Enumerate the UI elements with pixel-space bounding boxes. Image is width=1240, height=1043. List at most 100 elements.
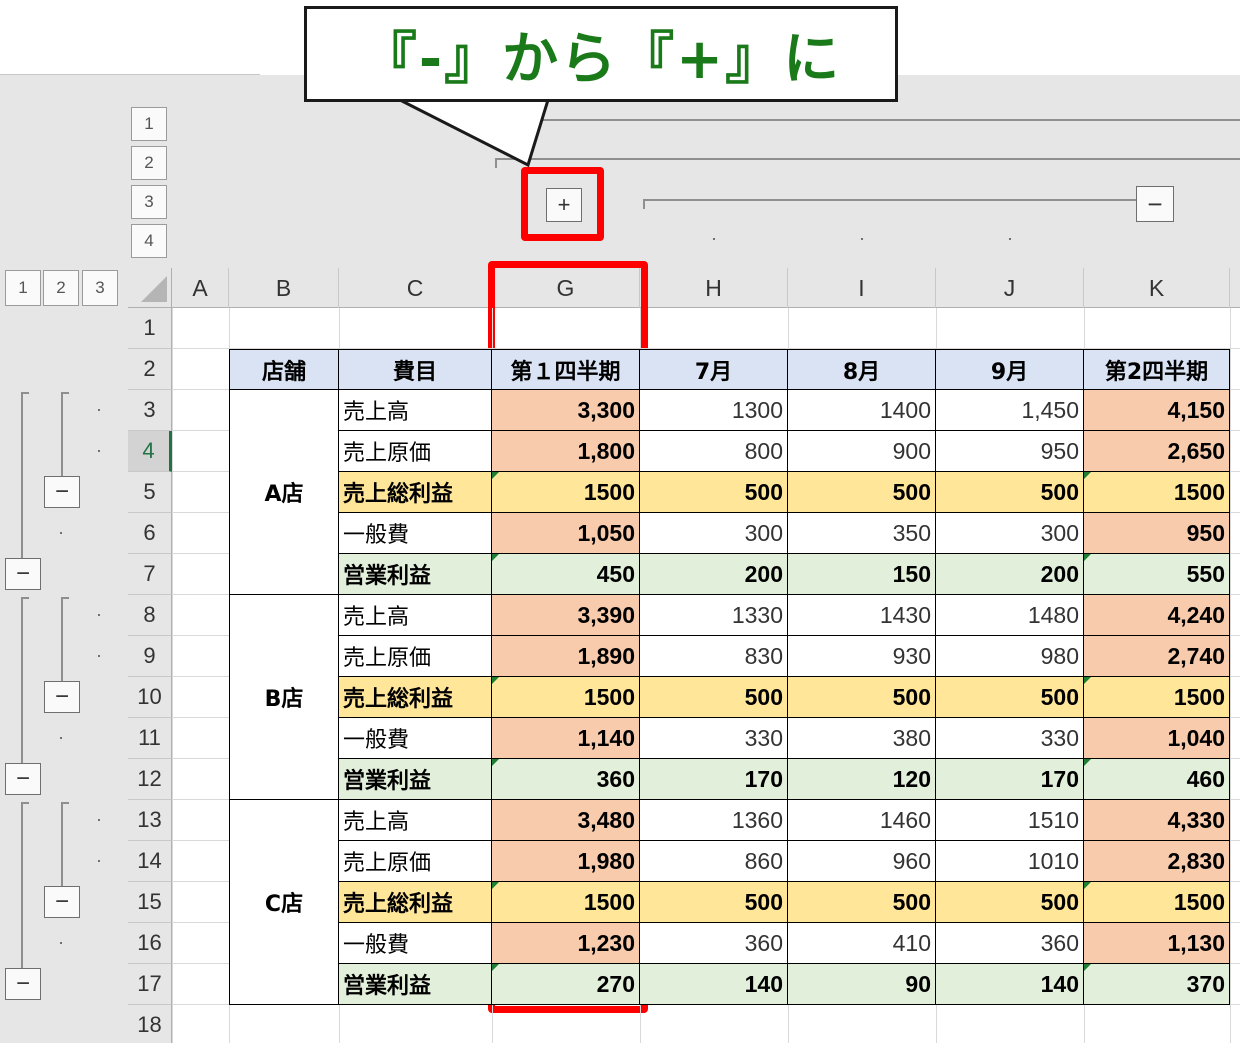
quarter1-value-cell[interactable]: 1500 — [492, 677, 640, 718]
row-level-2-button[interactable]: 2 — [43, 270, 79, 306]
collapse-row-group-button[interactable]: − — [44, 476, 80, 508]
store-name-cell[interactable]: C店 — [229, 800, 339, 1005]
month-value-cell[interactable]: 300 — [936, 513, 1084, 554]
month-value-cell[interactable]: 930 — [788, 636, 936, 677]
column-header-H[interactable]: H — [640, 268, 788, 308]
quarter1-value-cell[interactable]: 450 — [492, 554, 640, 595]
month-value-cell[interactable]: 380 — [788, 718, 936, 759]
month-value-cell[interactable]: 500 — [936, 882, 1084, 923]
month-value-cell[interactable]: 360 — [936, 923, 1084, 964]
month-value-cell[interactable]: 800 — [640, 431, 788, 472]
month-value-cell[interactable]: 500 — [788, 677, 936, 718]
column-level-2-button[interactable]: 2 — [131, 146, 167, 180]
column-header-K[interactable]: K — [1084, 268, 1230, 308]
month-value-cell[interactable]: 1,450 — [936, 390, 1084, 431]
row-header-7[interactable]: 7 — [128, 554, 172, 595]
row-header-2[interactable]: 2 — [128, 349, 172, 390]
item-label-cell[interactable]: 営業利益 — [339, 759, 492, 800]
item-label-cell[interactable]: 売上原価 — [339, 636, 492, 677]
quarter2-value-cell[interactable]: 460 — [1084, 759, 1230, 800]
quarter2-value-cell[interactable]: 950 — [1084, 513, 1230, 554]
month-value-cell[interactable]: 120 — [788, 759, 936, 800]
collapse-row-group-button[interactable]: − — [5, 968, 41, 1000]
month-value-cell[interactable]: 350 — [788, 513, 936, 554]
quarter1-value-cell[interactable]: 3,300 — [492, 390, 640, 431]
table-header-cell[interactable]: 9月 — [936, 349, 1084, 390]
quarter2-value-cell[interactable]: 1500 — [1084, 882, 1230, 923]
row-header-6[interactable]: 6 — [128, 513, 172, 554]
month-value-cell[interactable]: 500 — [788, 472, 936, 513]
month-value-cell[interactable]: 150 — [788, 554, 936, 595]
column-header-A[interactable]: A — [172, 268, 229, 308]
month-value-cell[interactable]: 170 — [640, 759, 788, 800]
column-header-B[interactable]: B — [229, 268, 339, 308]
quarter2-value-cell[interactable]: 370 — [1084, 964, 1230, 1005]
quarter2-value-cell[interactable]: 4,330 — [1084, 800, 1230, 841]
quarter1-value-cell[interactable]: 1,140 — [492, 718, 640, 759]
month-value-cell[interactable]: 1510 — [936, 800, 1084, 841]
column-header-I[interactable]: I — [788, 268, 936, 308]
quarter1-value-cell[interactable]: 360 — [492, 759, 640, 800]
month-value-cell[interactable]: 200 — [640, 554, 788, 595]
row-header-5[interactable]: 5 — [128, 472, 172, 513]
row-header-9[interactable]: 9 — [128, 636, 172, 677]
table-header-cell[interactable]: 店舗 — [229, 349, 339, 390]
month-value-cell[interactable]: 140 — [640, 964, 788, 1005]
month-value-cell[interactable]: 90 — [788, 964, 936, 1005]
quarter2-value-cell[interactable]: 2,740 — [1084, 636, 1230, 677]
quarter1-value-cell[interactable]: 1500 — [492, 472, 640, 513]
month-value-cell[interactable]: 300 — [640, 513, 788, 554]
month-value-cell[interactable]: 1460 — [788, 800, 936, 841]
month-value-cell[interactable]: 500 — [640, 472, 788, 513]
item-label-cell[interactable]: 売上原価 — [339, 841, 492, 882]
quarter1-value-cell[interactable]: 3,390 — [492, 595, 640, 636]
row-header-11[interactable]: 11 — [128, 718, 172, 759]
quarter1-value-cell[interactable]: 1,050 — [492, 513, 640, 554]
item-label-cell[interactable]: 売上原価 — [339, 431, 492, 472]
month-value-cell[interactable]: 1400 — [788, 390, 936, 431]
column-header-J[interactable]: J — [936, 268, 1084, 308]
month-value-cell[interactable]: 360 — [640, 923, 788, 964]
month-value-cell[interactable]: 1300 — [640, 390, 788, 431]
quarter2-value-cell[interactable]: 1,130 — [1084, 923, 1230, 964]
quarter1-value-cell[interactable]: 1,230 — [492, 923, 640, 964]
row-level-3-button[interactable]: 3 — [82, 270, 118, 306]
month-value-cell[interactable]: 960 — [788, 841, 936, 882]
month-value-cell[interactable]: 1330 — [640, 595, 788, 636]
month-value-cell[interactable]: 1480 — [936, 595, 1084, 636]
store-name-cell[interactable]: B店 — [229, 595, 339, 800]
quarter1-value-cell[interactable]: 1500 — [492, 882, 640, 923]
quarter2-value-cell[interactable]: 4,150 — [1084, 390, 1230, 431]
collapse-row-group-button[interactable]: − — [44, 886, 80, 918]
month-value-cell[interactable]: 500 — [640, 677, 788, 718]
month-value-cell[interactable]: 950 — [936, 431, 1084, 472]
item-label-cell[interactable]: 売上総利益 — [339, 472, 492, 513]
collapse-row-group-button[interactable]: − — [5, 558, 41, 590]
table-header-cell[interactable]: 8月 — [788, 349, 936, 390]
quarter1-value-cell[interactable]: 1,800 — [492, 431, 640, 472]
row-header-8[interactable]: 8 — [128, 595, 172, 636]
column-level-4-button[interactable]: 4 — [131, 224, 167, 258]
month-value-cell[interactable]: 830 — [640, 636, 788, 677]
month-value-cell[interactable]: 900 — [788, 431, 936, 472]
row-header-14[interactable]: 14 — [128, 841, 172, 882]
item-label-cell[interactable]: 売上高 — [339, 390, 492, 431]
row-header-15[interactable]: 15 — [128, 882, 172, 923]
month-value-cell[interactable]: 980 — [936, 636, 1084, 677]
item-label-cell[interactable]: 営業利益 — [339, 964, 492, 1005]
row-header-10[interactable]: 10 — [128, 677, 172, 718]
column-level-3-button[interactable]: 3 — [131, 185, 167, 219]
quarter1-value-cell[interactable]: 1,980 — [492, 841, 640, 882]
month-value-cell[interactable]: 500 — [936, 677, 1084, 718]
collapse-row-group-button[interactable]: − — [5, 763, 41, 795]
table-header-cell[interactable]: 第１四半期 — [492, 349, 640, 390]
row-level-1-button[interactable]: 1 — [5, 270, 41, 306]
row-header-16[interactable]: 16 — [128, 923, 172, 964]
month-value-cell[interactable]: 1010 — [936, 841, 1084, 882]
quarter1-value-cell[interactable]: 3,480 — [492, 800, 640, 841]
column-level-1-button[interactable]: 1 — [131, 107, 167, 141]
month-value-cell[interactable]: 500 — [640, 882, 788, 923]
row-header-1[interactable]: 1 — [128, 308, 172, 349]
month-value-cell[interactable]: 500 — [788, 882, 936, 923]
column-header-C[interactable]: C — [339, 268, 492, 308]
